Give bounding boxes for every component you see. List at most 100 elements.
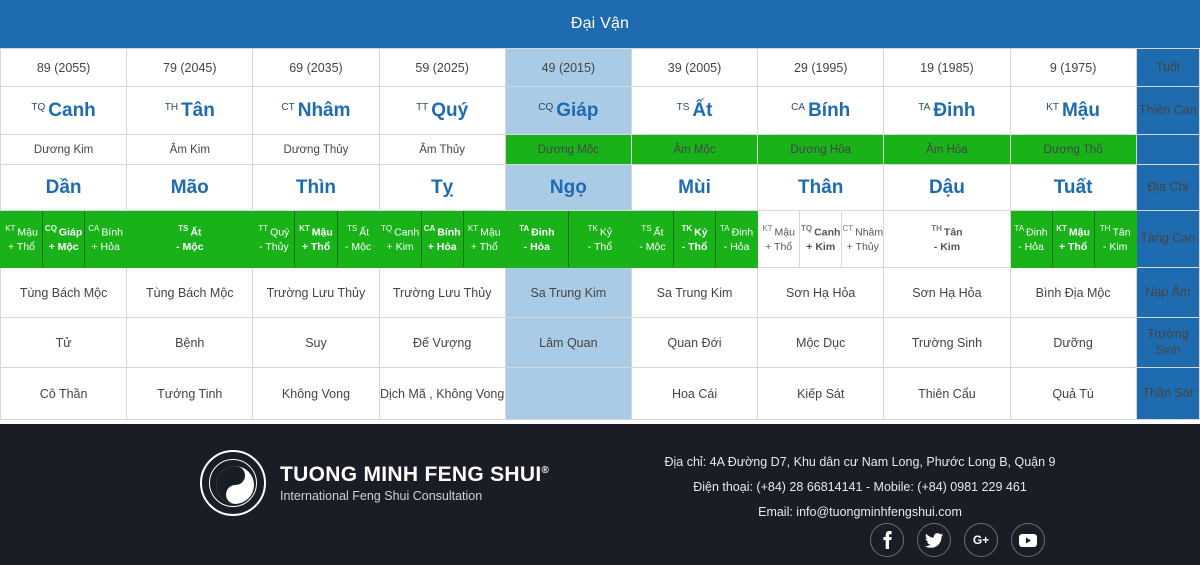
tang-can-item: TS Ất - Mộc [336,211,379,267]
cell-nap-am-value: Trường Lưu Thủy [392,285,492,300]
tang-can-stem-line: TA Đinh [1014,224,1047,240]
cell-than-sat: Cô Thần [0,367,128,420]
tang-can-sup: TT [258,224,269,234]
tang-can-sup: CA [423,224,436,234]
tang-can-item: CT Nhâm + Thủy [841,211,883,267]
tang-can-stem-line: TQ Canh [801,224,840,240]
thien-can-stem: TS Ất [677,100,713,122]
cell-tang-can: TH Tân - Kim [883,210,1011,268]
tang-can-sup: TH [931,224,942,234]
cell-ngu-hanh-can: Âm Thủy [378,134,506,165]
tang-can-element: - Thổ [681,240,708,253]
tang-can-element: + Thủy [846,240,879,253]
google-plus-icon[interactable]: G+ [964,523,998,557]
tang-can-element: + Hỏa [91,240,120,253]
footer-social-links: G+ [870,523,1045,557]
tang-can-stem: Ất [653,226,664,239]
cell-nap-am: Trường Lưu Thủy [378,267,506,318]
cell-truong-sinh-value: Quan Đới [667,335,722,350]
cell-nap-am-value: Trường Lưu Thủy [266,285,366,300]
cell-ngu-hanh-can: Dương Thổ [1009,134,1137,165]
cell-ngu-hanh-can: Dương Kim [0,134,128,165]
tang-can-sup: TK [681,224,693,234]
dai-van-table: 89 (2055) 79 (2045) 69 (2035) 59 (2025) 49 (… [0,48,1200,420]
cell-nap-am-value: Sa Trung Kim [656,285,733,300]
thien-can-name: Tân [181,99,215,121]
twitter-icon[interactable] [917,523,951,557]
row-truong-sinh: Tử Bệnh Suy Đế Vượng Lâm Quan Quan Đới Mộc Dục… [0,317,1200,368]
dia-chi-value: Ngọ [549,176,587,198]
dia-chi-value: Thân [798,176,844,198]
row-label-dia-chi-text: Địa Chi [1147,179,1189,194]
tang-can-element: + Thổ [1058,240,1088,253]
youtube-icon[interactable] [1011,523,1045,557]
cell-tang-can: TS Ất - Mộc [126,210,254,268]
tang-can-stem-line: TS Ất [347,224,369,240]
thien-can-name: Giáp [556,99,599,121]
tang-can-sup: KT [762,224,773,234]
tang-can-item: KT Mậu + Thổ [1051,211,1094,267]
cell-truong-sinh-value: Lâm Quan [539,335,598,350]
cell-tuoi: 69 (2035) [252,48,380,87]
tang-can-item: TS Ất - Mộc [632,211,673,267]
tang-can-item: KT Mậu + Thổ [758,211,799,267]
tang-can-sup: CA [88,224,100,234]
row-label-thien-can-cont [1135,134,1200,165]
thien-can-name: Ất [692,99,713,121]
tang-can-group: TA Đinh - Hỏa TK Kỷ - Thổ [505,211,631,267]
tang-can-element: + Thổ [301,240,331,253]
tang-can-stem-line: TQ Canh [381,224,419,240]
cell-truong-sinh: Bệnh [126,317,254,368]
tang-can-element: - Thủy [259,240,289,253]
row-nap-am: Tùng Bách Mộc Tùng Bách Mộc Trường Lưu Thủ… [0,267,1200,318]
tang-can-sup: TS [346,224,358,234]
thien-can-name: Đinh [933,99,976,121]
thien-can-stem: CA Bính [791,100,850,122]
thien-can-name: Bính [808,99,851,121]
cell-truong-sinh-value: Bệnh [175,335,205,350]
tang-can-stem-line: TA Đinh [519,224,554,240]
tang-can-stem: Tân [1112,226,1131,239]
cell-dia-chi: Mùi [630,164,759,211]
brand-name-text: TUONG MINH FENG SHUI [280,462,542,486]
cell-truong-sinh-value: Dưỡng [1053,335,1093,350]
cell-thien-can: TS Ất [630,86,759,135]
dia-chi-value: Mão [170,176,209,198]
row-label-truong-sinh-text: Trường Sinh [1146,326,1189,357]
tuoi-value: 29 (1995) [793,60,848,75]
row-label-than-sat: Thần Sát [1135,367,1200,420]
cell-nap-am-value: Sơn Hạ Hỏa [786,285,856,300]
tang-can-item: TQ Canh + Kim [799,211,841,267]
tang-can-stem: Ất [190,226,202,239]
tang-can-stem-line: CA Bính [424,224,461,240]
tang-can-sup: TS [178,224,189,234]
cell-dia-chi: Mão [126,164,254,211]
tang-can-stem-line: CA Bính [88,224,123,240]
cell-thien-can: CT Nhâm [252,86,380,135]
cell-nap-am-value: Sơn Hạ Hỏa [912,285,982,300]
tang-can-element: + Kim [386,240,414,253]
ngu-hanh-can-value: Dương Thổ [1043,143,1103,156]
thien-can-name: Canh [48,99,96,121]
dia-chi-value: Mùi [678,176,711,198]
cell-thien-can: TA Đinh [883,86,1011,135]
tang-can-item: TT Quý - Thủy [253,211,294,267]
cell-than-sat: Hoa Cái [630,367,759,420]
cell-truong-sinh: Lâm Quan [504,317,632,368]
dia-chi-value: Dậu [928,176,965,198]
tang-can-sup: KT [1056,224,1067,234]
thien-can-name: Mậu [1061,99,1100,121]
facebook-icon[interactable] [870,523,904,557]
tang-can-sup: TA [519,224,530,234]
row-label-thien-can: Thiên Can [1135,86,1200,135]
thien-can-sup: TA [918,102,931,114]
tang-can-item: TH Tân - Kim [1093,211,1136,267]
registered-mark: ® [541,464,550,476]
cell-than-sat-value: Tướng Tinh [157,386,223,401]
footer-address: Địa chỉ: 4A Đường D7, Khu dân cư Nam Lon… [664,455,1056,469]
row-than-sat: Cô Thần Tướng Tinh Không Vong Dịch Mã , Khô… [0,367,1200,420]
cell-than-sat-value: Dịch Mã , Không Vong [379,386,505,401]
dia-chi-value: Tuất [1053,176,1093,198]
cell-tuoi: 49 (2015) [504,48,632,87]
tang-can-stem-line: TK Kỷ [588,224,613,240]
